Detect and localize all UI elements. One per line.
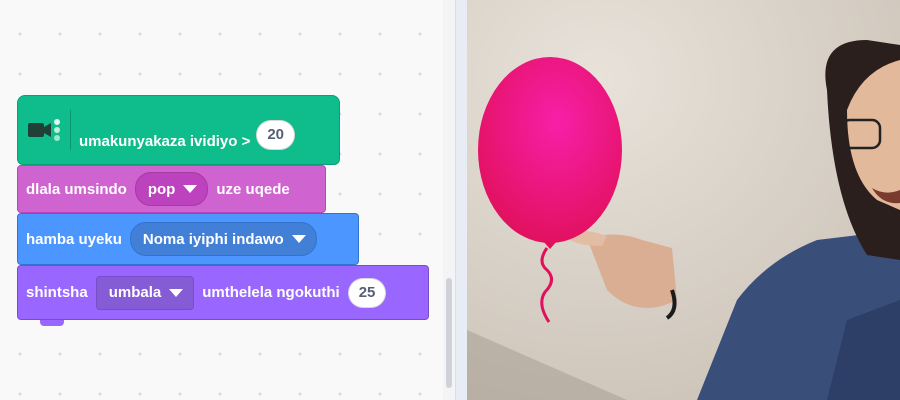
effect-amount-input[interactable]: 25 (347, 277, 387, 308)
sound-label-before: dlala umsindo (26, 180, 127, 198)
effect-dropdown[interactable]: umbala (95, 275, 195, 310)
code-area[interactable]: umakunyakaza ividiyo > 20 dlala umsindo … (0, 0, 455, 400)
play-sound-block[interactable]: dlala umsindo pop uze uqede (17, 165, 326, 213)
chevron-down-icon (169, 288, 184, 297)
go-to-block[interactable]: hamba uyeku Noma iyiphi indawo (17, 213, 359, 265)
sound-label-after: uze uqede (216, 180, 290, 198)
vertical-scrollbar[interactable] (446, 278, 452, 388)
webcam-video-feed (467, 0, 900, 400)
balloon-sprite[interactable] (478, 57, 622, 243)
go-to-dropdown-value: Noma iyiphi indawo (142, 230, 284, 248)
panel-divider (455, 0, 467, 400)
sound-dropdown-value: pop (147, 180, 176, 198)
looks-label-before: shintsha (26, 284, 88, 301)
video-motion-threshold-input[interactable]: 20 (256, 120, 296, 150)
chevron-down-icon (291, 235, 306, 243)
video-sensing-icon (26, 110, 71, 150)
chevron-down-icon (183, 185, 198, 193)
looks-notch (40, 320, 64, 326)
motion-label: hamba uyeku (26, 230, 122, 248)
change-effect-block[interactable]: shintsha umbala umthelela ngokuthi 25 (17, 265, 429, 320)
go-to-dropdown[interactable]: Noma iyiphi indawo (129, 222, 317, 256)
effect-dropdown-value: umbala (108, 284, 162, 301)
video-hat-label: umakunyakaza ividiyo > (79, 133, 251, 150)
sound-dropdown[interactable]: pop (134, 172, 209, 206)
video-motion-hat-block[interactable]: umakunyakaza ividiyo > 20 (17, 95, 340, 165)
looks-label-after: umthelela ngokuthi (202, 284, 340, 301)
stage[interactable] (467, 0, 900, 400)
